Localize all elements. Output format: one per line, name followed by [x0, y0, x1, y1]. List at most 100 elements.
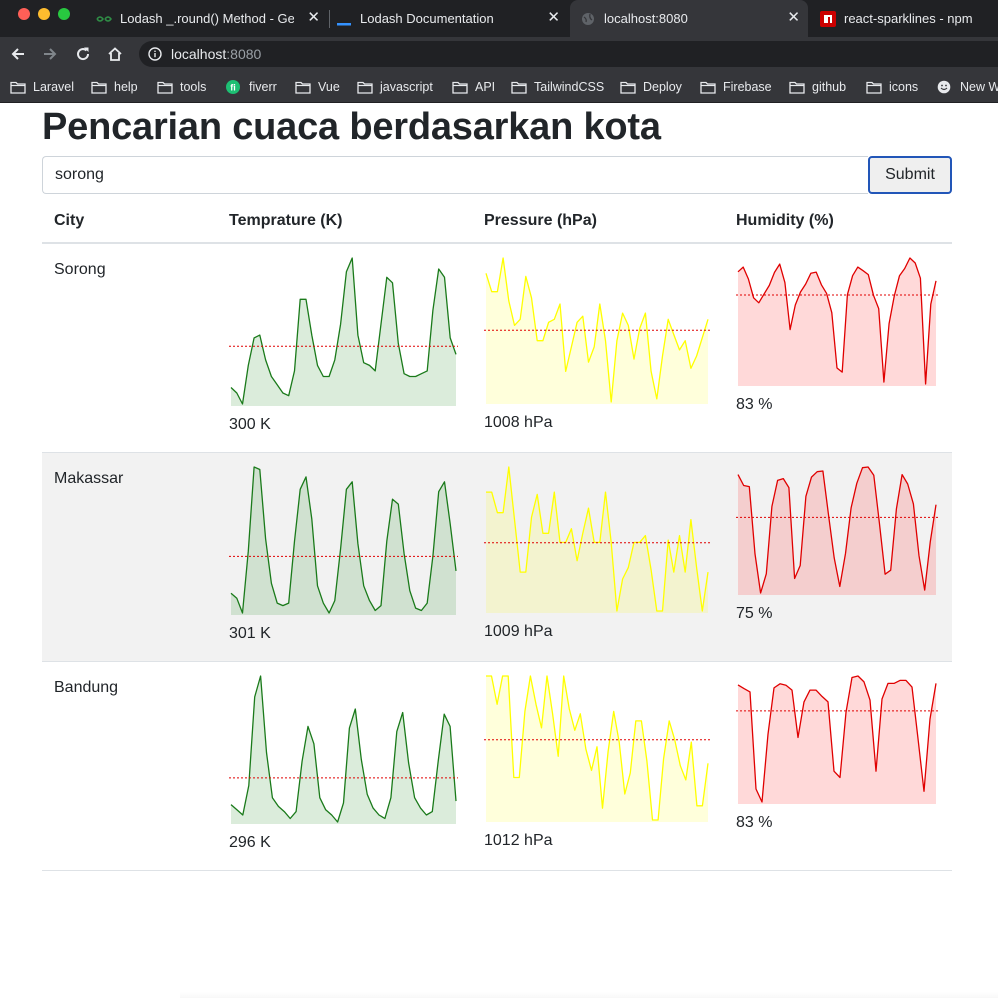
url-port: :8080 — [226, 46, 262, 62]
bookmark-firebase[interactable]: Firebase — [700, 78, 772, 96]
tab-bar: Lodash _.round() Method - Ge ✕ Lodash Do… — [0, 0, 998, 37]
tab-lodash-docs[interactable]: Lodash Documentation ✕ — [336, 0, 568, 37]
folder-icon — [295, 80, 311, 94]
home-icon[interactable] — [103, 42, 127, 66]
url-host: localhost — [171, 46, 227, 62]
bookmark-deploy[interactable]: Deploy — [620, 78, 682, 96]
humidity-sparkline — [736, 466, 938, 595]
bookmarks-bar: Laravel help tools fi fiverr Vue javascript API… — [0, 71, 998, 103]
temperature-cell: 300 K — [229, 256, 458, 434]
bookmark-vue[interactable]: Vue — [295, 78, 340, 96]
folder-icon — [157, 80, 173, 94]
back-icon[interactable] — [6, 42, 30, 66]
tab-title: Lodash _.round() Method - Ge — [120, 11, 294, 26]
close-tab-icon[interactable]: ✕ — [787, 9, 800, 27]
bookmark-javascript[interactable]: javascript — [357, 78, 433, 96]
svg-text:fi: fi — [230, 83, 236, 93]
bookmark-label: New W — [960, 80, 998, 94]
bookmark-tailwindcss[interactable]: TailwindCSS — [511, 78, 604, 96]
header-city: City — [54, 212, 85, 229]
city-name: Sorong — [54, 261, 106, 278]
bookmark-label: Vue — [318, 80, 340, 94]
humidity-sparkline — [736, 675, 938, 804]
smiley-icon — [937, 80, 953, 94]
table-row: Bandung 296 K 1012 hPa 83 % — [42, 662, 952, 871]
pressure-average-label: 1009 hPa — [484, 623, 553, 640]
pressure-cell: 1012 hPa — [484, 674, 710, 850]
table-header: City Temprature (K) Pressure (hPa) Humid… — [42, 200, 952, 244]
page-content: Pencarian cuaca berdasarkan kota Submit … — [0, 104, 998, 998]
folder-icon — [452, 80, 468, 94]
minimize-window-button[interactable] — [38, 8, 50, 20]
temperature-sparkline — [229, 257, 458, 406]
city-name: Bandung — [54, 679, 119, 696]
tab-lodash-round[interactable]: Lodash _.round() Method - Ge ✕ — [96, 0, 328, 37]
humidity-cell: 75 % — [736, 465, 938, 623]
tab-separator — [329, 10, 330, 28]
humidity-sparkline — [736, 257, 938, 386]
bookmark-api[interactable]: API — [452, 78, 495, 96]
bookmark-icons[interactable]: icons — [866, 78, 918, 96]
bookmark-laravel[interactable]: Laravel — [10, 78, 74, 96]
bottom-shadow — [180, 992, 998, 998]
geeksforgeeks-icon — [96, 11, 112, 27]
table-row: Sorong 300 K 1008 hPa 83 % — [42, 244, 952, 453]
lodash-icon — [336, 11, 352, 27]
header-temperature: Temprature (K) — [229, 212, 343, 229]
bookmark-label: javascript — [380, 80, 433, 94]
bookmark-tools[interactable]: tools — [157, 78, 206, 96]
weather-table: City Temprature (K) Pressure (hPa) Humid… — [42, 200, 952, 871]
close-tab-icon[interactable]: ✕ — [547, 9, 560, 27]
forward-icon[interactable] — [38, 42, 62, 66]
temperature-cell: 301 K — [229, 465, 458, 643]
globe-icon — [580, 11, 596, 27]
tab-react-sparklines[interactable]: react-sparklines - npm — [810, 0, 998, 37]
temperature-sparkline — [229, 675, 458, 824]
tab-title: react-sparklines - npm — [844, 11, 973, 26]
bookmark-fiverr[interactable]: fi fiverr — [226, 78, 277, 96]
npm-icon — [820, 10, 836, 27]
browser-toolbar: localhost:8080 — [0, 37, 998, 71]
humidity-average-label: 75 % — [736, 605, 773, 622]
tab-title: localhost:8080 — [604, 11, 688, 26]
bookmark-label: TailwindCSS — [534, 80, 605, 94]
humidity-cell: 83 % — [736, 674, 938, 832]
temperature-average-label: 300 K — [229, 416, 271, 433]
sparkline-area — [486, 258, 708, 404]
table-body: Sorong 300 K 1008 hPa 83 % Makassar 301 K 1009… — [42, 244, 952, 871]
folder-icon — [511, 80, 527, 94]
temperature-average-label: 301 K — [229, 625, 271, 642]
folder-icon — [357, 80, 373, 94]
pressure-sparkline — [484, 675, 710, 822]
bookmark-label: github — [812, 80, 847, 94]
zoom-window-button[interactable] — [58, 8, 70, 20]
bookmark-label: help — [114, 80, 138, 94]
tab-title: Lodash Documentation — [360, 11, 494, 26]
temperature-cell: 296 K — [229, 674, 458, 852]
temperature-average-label: 296 K — [229, 834, 271, 851]
header-pressure: Pressure (hPa) — [484, 212, 597, 229]
address-bar[interactable]: localhost:8080 — [139, 41, 998, 67]
bookmark-new-w[interactable]: New W — [937, 78, 998, 96]
folder-icon — [620, 80, 636, 94]
reload-icon[interactable] — [71, 42, 95, 66]
folder-icon — [789, 80, 805, 94]
humidity-average-label: 83 % — [736, 396, 773, 413]
submit-button[interactable]: Submit — [868, 156, 952, 194]
pressure-cell: 1009 hPa — [484, 465, 710, 641]
tab-localhost[interactable]: localhost:8080 ✕ — [570, 0, 808, 37]
humidity-average-label: 83 % — [736, 814, 773, 831]
city-search-input[interactable] — [42, 156, 868, 194]
bookmark-help[interactable]: help — [91, 78, 138, 96]
search-form: Submit — [42, 156, 952, 194]
sparkline-area — [486, 467, 708, 613]
sparkline-area — [231, 258, 456, 406]
folder-icon — [866, 80, 882, 94]
close-tab-icon[interactable]: ✕ — [307, 9, 320, 27]
pressure-cell: 1008 hPa — [484, 256, 710, 432]
pressure-average-label: 1012 hPa — [484, 832, 553, 849]
folder-icon — [10, 80, 26, 94]
info-icon[interactable] — [148, 47, 162, 66]
close-window-button[interactable] — [18, 8, 30, 20]
bookmark-github[interactable]: github — [789, 78, 846, 96]
